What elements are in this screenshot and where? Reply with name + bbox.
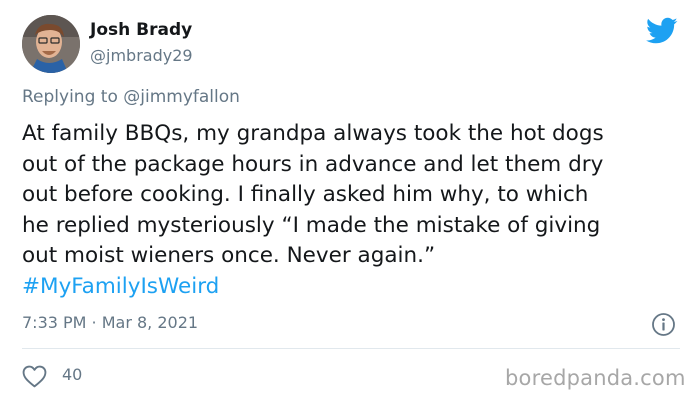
heart-icon[interactable] bbox=[22, 365, 47, 388]
tweet-line: out moist wieners once. Never again.” bbox=[22, 243, 436, 268]
avatar[interactable] bbox=[22, 15, 80, 73]
like-count: 40 bbox=[62, 365, 83, 384]
divider bbox=[22, 348, 680, 349]
twitter-bird-icon[interactable] bbox=[646, 17, 678, 45]
user-handle[interactable]: @jmbrady29 bbox=[90, 46, 193, 65]
tweet-line: out before cooking. I finally asked him … bbox=[22, 182, 589, 207]
watermark: boredpanda.com bbox=[505, 366, 686, 390]
display-name[interactable]: Josh Brady bbox=[90, 20, 192, 40]
tweet-text: At family BBQs, my grandpa always took t… bbox=[22, 119, 687, 302]
tweet-line: out of the package hours in advance and … bbox=[22, 151, 604, 177]
hashtag-link[interactable]: #MyFamilyIsWeird bbox=[22, 272, 687, 303]
replying-to: Replying to @jimmyfallon bbox=[22, 87, 240, 107]
tweet-line: At family BBQs, my grandpa always took t… bbox=[22, 121, 604, 146]
tweet-line: he replied mysteriously “I made the mist… bbox=[22, 212, 601, 238]
replying-to-label: Replying to bbox=[22, 87, 124, 107]
reply-mention-link[interactable]: @jimmyfallon bbox=[123, 87, 240, 107]
tweet-timestamp[interactable]: 7:33 PM · Mar 8, 2021 bbox=[22, 313, 198, 332]
info-icon[interactable] bbox=[651, 312, 676, 337]
